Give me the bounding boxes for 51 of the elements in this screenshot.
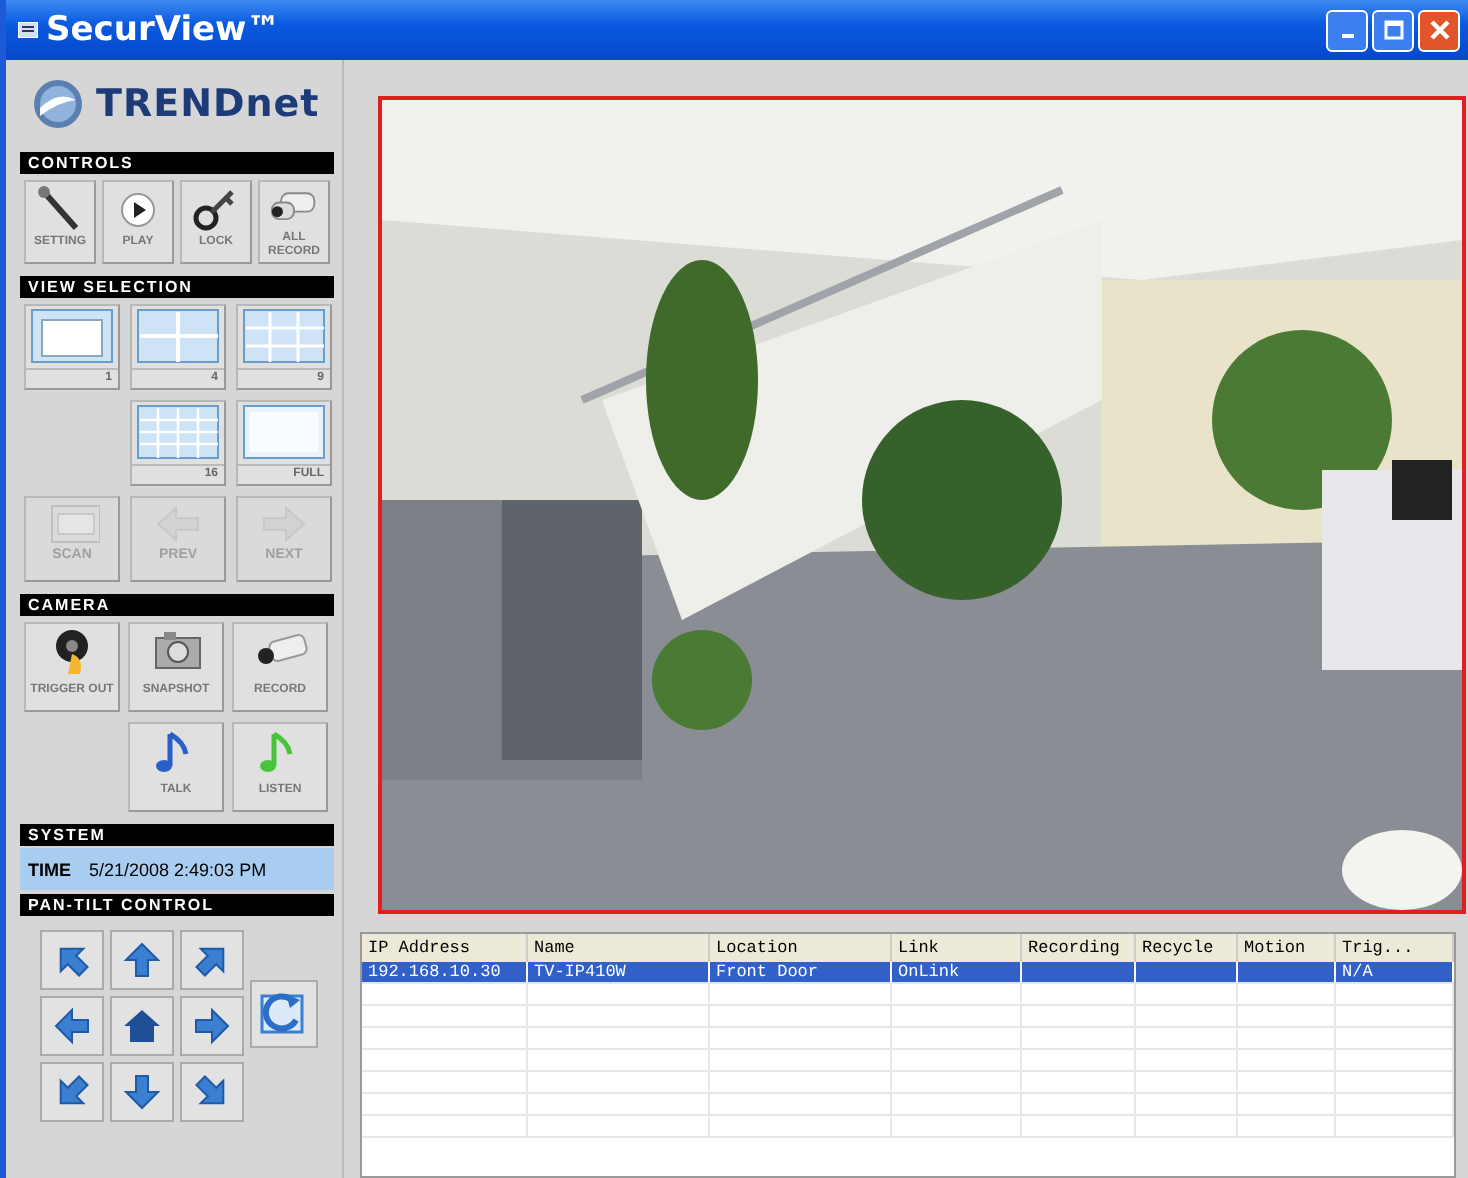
window-title: SecurView™ <box>46 10 281 50</box>
pan-button[interactable] <box>110 930 174 990</box>
globe-icon <box>32 78 84 130</box>
column-header[interactable]: Recycle <box>1135 934 1237 962</box>
pan-button[interactable] <box>40 996 104 1056</box>
pan-button[interactable] <box>110 1062 174 1122</box>
home-icon <box>122 1006 162 1046</box>
down-arrow-icon <box>122 1072 162 1112</box>
pan-button[interactable] <box>180 930 244 990</box>
right-arrow-icon <box>192 1006 232 1046</box>
full-view-icon <box>242 404 326 460</box>
nine-view-icon <box>242 308 326 364</box>
up-arrow-icon <box>122 940 162 980</box>
close-icon <box>1429 20 1449 40</box>
table-cell: OnLink <box>891 962 1021 983</box>
column-header[interactable]: Trig... <box>1335 934 1453 962</box>
time-label: TIME <box>28 859 71 879</box>
brand-logo: TRENDnet <box>96 82 320 126</box>
quad-view-icon <box>136 308 220 364</box>
app-icon <box>18 22 38 38</box>
maximize-button[interactable] <box>1372 9 1414 51</box>
table-cell: Front Door <box>709 962 891 983</box>
rotate-button[interactable] <box>250 980 318 1048</box>
pan-button[interactable] <box>180 1062 244 1122</box>
column-header[interactable]: Link <box>891 934 1021 962</box>
pan-button[interactable] <box>110 996 174 1056</box>
table-cell: 192.168.10.30 <box>362 962 527 983</box>
time-value: 5/21/2008 2:49:03 PM <box>89 859 267 879</box>
table-cell: TV-IP410W <box>527 962 709 983</box>
maximize-icon <box>1383 20 1403 40</box>
section-header: PAN-TILT CONTROL <box>20 894 334 916</box>
column-header[interactable]: Name <box>527 934 709 962</box>
table-row[interactable]: 192.168.10.30 TV-IP410W Front Door OnLink N/A <box>362 962 1453 983</box>
section-header: VIEW SELECTION <box>20 276 334 298</box>
column-header[interactable]: IP Address <box>362 934 527 962</box>
column-header[interactable]: Motion <box>1237 934 1335 962</box>
minimize-button[interactable] <box>1326 9 1368 51</box>
table-cell: N/A <box>1335 962 1453 983</box>
sixteen-view-icon <box>136 404 220 460</box>
section-header: CONTROLS <box>20 152 334 174</box>
pan-button[interactable] <box>40 1062 104 1122</box>
section-header: SYSTEM <box>20 824 334 846</box>
section-header: CAMERA <box>20 594 334 616</box>
left-arrow-icon <box>52 1006 92 1046</box>
rotate-icon <box>260 990 308 1038</box>
column-header[interactable]: Recording <box>1021 934 1135 962</box>
pan-button[interactable] <box>180 996 244 1056</box>
column-header[interactable]: Location <box>709 934 891 962</box>
pan-button[interactable] <box>40 930 104 990</box>
single-view-icon <box>30 308 114 364</box>
close-button[interactable] <box>1418 9 1460 51</box>
